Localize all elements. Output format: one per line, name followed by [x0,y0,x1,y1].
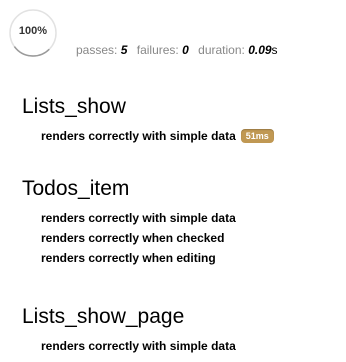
test-item[interactable]: renders correctly when editing [41,248,236,268]
test-item[interactable]: renders correctly with simple data 51ms [41,126,274,146]
suite-title[interactable]: Lists_show_page [22,304,236,330]
stat-failures[interactable]: failures: 0 [137,43,189,57]
suite-title[interactable]: Todos_item [22,176,236,202]
duration-label: duration: [198,43,245,57]
suite-todos-item: Todos_item renders correctly with simple… [22,176,236,268]
suite-lists-show: Lists_show renders correctly with simple… [22,94,274,146]
test-title: renders correctly when editing [41,251,216,265]
test-duration-badge: 51ms [240,129,274,143]
test-title: renders correctly with simple data [41,339,236,353]
passes-count: 5 [120,43,128,57]
stat-passes[interactable]: passes: 5 [76,43,127,57]
duration-unit: s [271,43,278,57]
progress-percent: 100% [18,25,48,37]
test-title: renders correctly with simple data [41,211,236,225]
stats-bar: passes: 5 failures: 0 duration: 0.09s [76,43,284,57]
test-item[interactable]: renders correctly with simple data [41,336,236,356]
passes-label: passes: [76,43,118,57]
suite-lists-show-page: Lists_show_page renders correctly with s… [22,304,236,356]
suite-title[interactable]: Lists_show [22,94,274,120]
test-item[interactable]: renders correctly when checked [41,228,236,248]
test-item[interactable]: renders correctly with simple data [41,208,236,228]
stat-duration: duration: 0.09s [198,43,277,57]
duration-value: 0.09 [248,43,272,57]
test-title: renders correctly with simple data [41,129,236,143]
failures-count: 0 [182,43,189,57]
progress-indicator: 100% [8,8,58,58]
test-title: renders correctly when checked [41,231,225,245]
failures-label: failures: [136,43,179,57]
